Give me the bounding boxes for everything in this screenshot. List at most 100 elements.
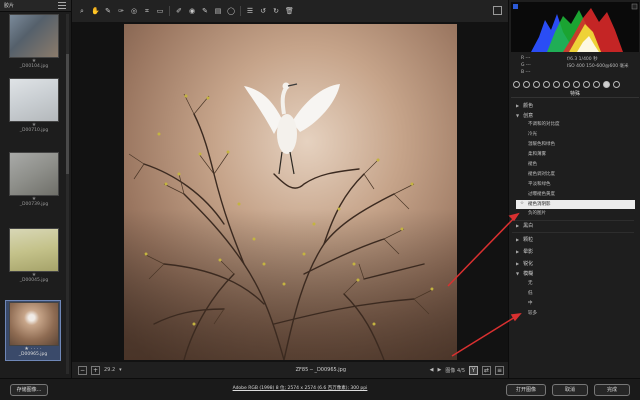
zoom-level[interactable]: 29.2 (104, 367, 115, 373)
preset-item[interactable]: 温暖色和绿色 (528, 141, 628, 149)
thumbnail-image (9, 152, 59, 196)
filmstrip-menu-icon[interactable] (58, 2, 66, 9)
done-button[interactable]: 完成 (594, 384, 630, 396)
collapsed-arrow-icon: ▶ (516, 237, 520, 242)
exif-iso-lens: ISO 400 150-600@600 毫米 (567, 64, 629, 69)
thumbnail-image (9, 14, 59, 58)
zoom-out-button[interactable]: − (78, 365, 87, 375)
effects-tab-icon[interactable] (573, 80, 580, 88)
red-eye-icon[interactable]: ◉ (188, 7, 196, 15)
radial-filter-icon[interactable]: ◯ (227, 7, 235, 15)
workflow-options-link[interactable]: Adobe RGB (1998) 8 位; 2574 x 2574 (6.6 百… (200, 385, 400, 391)
preset-item[interactable]: 无 (528, 280, 628, 288)
open-image-button[interactable]: 打开图像 (506, 384, 546, 396)
canvas-filename: ZF85 ─ _D00965.jpg (295, 367, 347, 373)
preset-item[interactable]: 不调和的对比度 (528, 121, 628, 129)
section-vignette[interactable]: ▶ 晕影 (516, 248, 636, 256)
rgb-red-readout: R --- (521, 56, 531, 61)
filmstrip-header: 胶片 (0, 0, 71, 12)
filmstrip-item-selected[interactable]: ★ · · · · _D00965.jpg (5, 300, 61, 361)
swap-icon[interactable]: ⇄ (482, 365, 491, 375)
crop-icon[interactable]: ⌗ (143, 7, 151, 15)
histogram-graph (513, 3, 638, 52)
toolbar-divider (240, 6, 241, 16)
preset-item[interactable]: 过曝褪色黄度 (528, 191, 628, 199)
section-bw[interactable]: ▶ 黑白 (516, 222, 636, 230)
filmstrip-item[interactable]: ★ _D00104.jpg (6, 14, 62, 70)
preset-item[interactable]: 低 (528, 290, 628, 298)
color-sampler-icon[interactable]: ✑ (117, 7, 125, 15)
next-image-icon[interactable]: ▶ (438, 367, 442, 373)
preferences-icon[interactable]: ☰ (246, 7, 254, 15)
presets-tab-icon[interactable] (593, 80, 600, 88)
zoom-icon[interactable]: ⌕ (78, 7, 86, 15)
scrollbar-thumb[interactable] (66, 54, 69, 174)
targeted-adjust-icon[interactable]: ◎ (130, 7, 138, 15)
expanded-arrow-icon: ▼ (516, 271, 520, 276)
hand-icon[interactable]: ✋ (91, 7, 100, 15)
section-creative[interactable]: ▼ 创意 (516, 112, 636, 120)
straighten-icon[interactable]: ▭ (156, 7, 164, 15)
section-color[interactable]: ▶ 颜色 (516, 102, 636, 110)
filmstrip-item[interactable]: ★ _D00045.jpg (6, 228, 62, 284)
spot-removal-icon[interactable]: ✐ (175, 7, 183, 15)
cancel-button[interactable]: 取消 (552, 384, 588, 396)
thumbnail-filename: _D00739.jpg (19, 202, 49, 207)
zoom-in-button[interactable]: + (91, 365, 100, 375)
snapshots-tab-icon[interactable] (603, 80, 610, 88)
section-blur[interactable]: ▼ 模糊 (516, 270, 636, 278)
save-image-button[interactable]: 存储图像... (10, 384, 48, 396)
tone-curve-tab-icon[interactable] (523, 80, 530, 88)
lens-tab-icon[interactable] (563, 80, 570, 88)
copy-settings-icon[interactable]: ≡ (495, 365, 504, 375)
thumbnail-filename: _D00045.jpg (19, 278, 49, 283)
filmstrip-title: 胶片 (4, 3, 15, 9)
thumbnail-image (9, 78, 59, 122)
preset-item[interactable]: 平淡和绿色 (528, 181, 628, 189)
collapsed-arrow-icon: ▶ (516, 103, 520, 108)
exif-aperture-shutter: f/6.3 1/400 秒 (567, 57, 598, 62)
graduated-filter-icon[interactable]: ▤ (214, 7, 222, 15)
bottom-bar: 存储图像... Adobe RGB (1998) 8 位; 2574 x 257… (0, 378, 640, 400)
preset-item[interactable]: 负的图片 (528, 210, 628, 218)
preset-item[interactable]: 中 (528, 300, 628, 308)
thumbnail-image (9, 302, 59, 346)
preset-item-selected[interactable]: ☆ 褪色消阴影 (516, 200, 635, 209)
special-tab-icon[interactable] (613, 80, 620, 88)
preset-item[interactable]: 柔和薄雾 (528, 151, 628, 159)
calibration-tab-icon[interactable] (583, 80, 590, 88)
preset-item[interactable]: 褪色 (528, 161, 628, 169)
trash-icon[interactable]: 🗑 (285, 7, 294, 15)
brush-icon[interactable]: ✎ (201, 7, 209, 15)
detail-tab-icon[interactable] (533, 80, 540, 88)
rotate-right-icon[interactable]: ↻ (272, 7, 280, 15)
thumbnail-filename: _D00965.jpg (18, 352, 48, 357)
section-sharpen[interactable]: ▶ 锐化 (516, 260, 636, 268)
white-balance-icon[interactable]: ✎ (104, 7, 112, 15)
preset-item[interactable]: 冷光 (528, 131, 628, 139)
rotate-left-icon[interactable]: ↺ (259, 7, 267, 15)
filmstrip-panel: 胶片 ★ _D00104.jpg ★ _D00710.jpg ★ _D00739… (0, 0, 72, 378)
basic-tab-icon[interactable] (513, 80, 520, 88)
toolbar: ⌕ ✋ ✎ ✑ ◎ ⌗ ▭ ✐ ◉ ✎ ▤ ◯ ☰ ↺ ↻ 🗑 (72, 0, 508, 22)
before-after-icon[interactable]: Y (469, 365, 478, 375)
hsl-tab-icon[interactable] (543, 80, 550, 88)
collapsed-arrow-icon: ▶ (516, 261, 520, 266)
panel-title: 特殊 (511, 90, 639, 98)
prev-image-icon[interactable]: ◀ (430, 367, 434, 373)
collapsed-arrow-icon: ▶ (516, 223, 520, 228)
filmstrip-scrollbar[interactable] (66, 14, 69, 374)
fullscreen-icon[interactable] (493, 6, 502, 15)
image-canvas[interactable] (72, 22, 508, 362)
split-toning-tab-icon[interactable] (553, 80, 560, 88)
preset-item[interactable]: 较多 (528, 310, 628, 318)
rgb-green-readout: G --- (521, 63, 531, 68)
rgb-blue-readout: B --- (521, 70, 531, 75)
section-grain[interactable]: ▶ 颗粒 (516, 236, 636, 244)
preset-item[interactable]: 褪色调对比度 (528, 171, 628, 179)
photo-preview[interactable] (124, 24, 457, 360)
filmstrip-item[interactable]: ★ _D00739.jpg (6, 152, 62, 208)
histogram (511, 2, 639, 52)
filmstrip-item[interactable]: ★ _D00710.jpg (6, 78, 62, 134)
zoom-dropdown-icon[interactable]: ▾ (119, 367, 122, 373)
